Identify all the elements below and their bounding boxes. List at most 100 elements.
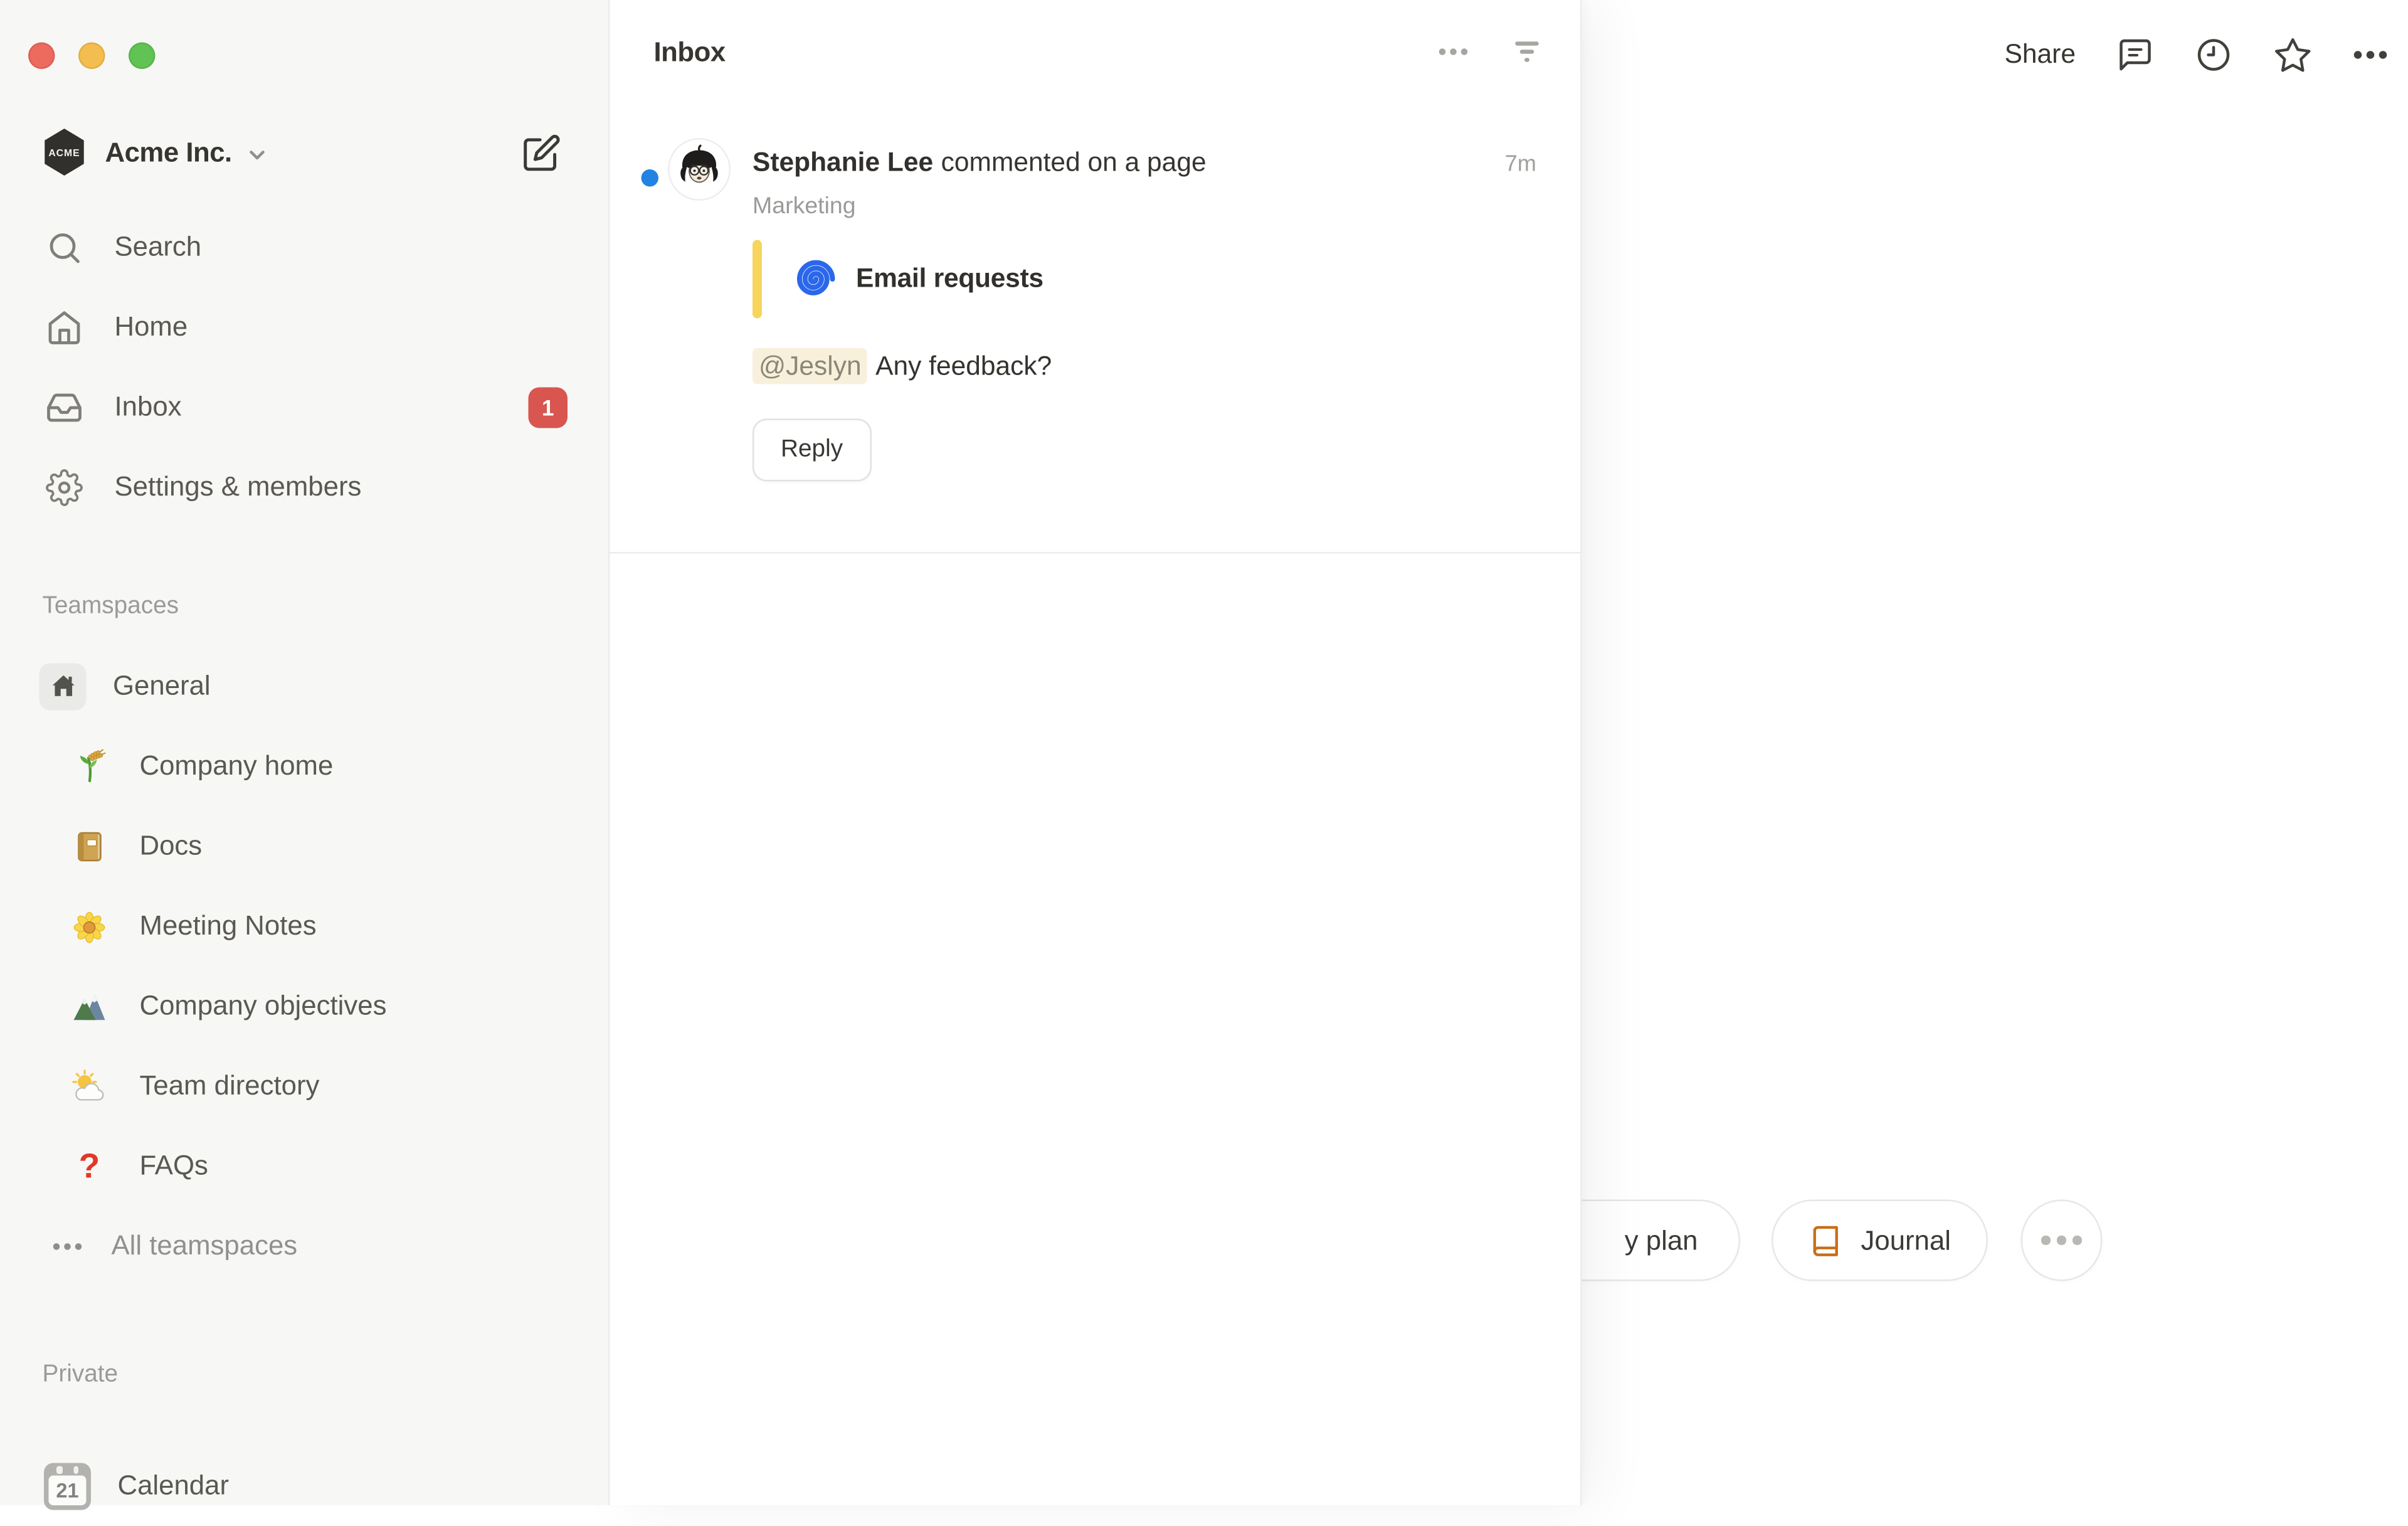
more-icon xyxy=(2353,36,2388,74)
favorite-button[interactable] xyxy=(2273,35,2313,75)
sidebar-item-search[interactable]: Search xyxy=(0,207,608,287)
sidebar-item-label: All teamspaces xyxy=(112,1229,298,1263)
more-icon[interactable] xyxy=(1436,34,1471,69)
sun-behind-cloud-icon xyxy=(69,1066,110,1106)
minimize-window-button[interactable] xyxy=(78,43,105,70)
reply-button[interactable]: Reply xyxy=(752,419,871,482)
referenced-page-block[interactable]: Email requests xyxy=(752,240,1536,319)
workspace-switcher[interactable]: ACME Acme Inc. xyxy=(0,122,608,182)
notification-teamspace: Marketing xyxy=(752,193,1536,220)
journal-pill-label: Journal xyxy=(1861,1224,1951,1257)
sidebar: ACME Acme Inc. Search xyxy=(0,0,610,1505)
avatar xyxy=(670,140,729,199)
zoom-window-button[interactable] xyxy=(129,43,156,70)
sidebar-item-meeting-notes[interactable]: Meeting Notes xyxy=(0,886,608,967)
sidebar-item-label: FAQs xyxy=(140,1150,208,1183)
history-clock-icon xyxy=(2195,36,2232,74)
teamspaces-list: General xyxy=(0,646,608,1286)
question-mark-icon: ? xyxy=(69,1145,110,1186)
sidebar-item-label: Search xyxy=(115,231,202,264)
journal-book-icon xyxy=(1809,1224,1842,1257)
app-window: ACME Acme Inc. Search xyxy=(0,0,2408,1505)
inbox-panel-title: Inbox xyxy=(654,35,726,68)
inbox-panel-header: Inbox xyxy=(610,0,1581,103)
filter-icon[interactable] xyxy=(1511,36,1543,68)
sidebar-item-team-directory[interactable]: Team directory xyxy=(0,1046,608,1126)
quote-bar xyxy=(752,240,762,319)
notification-title: Stephanie Lee commented on a page xyxy=(752,147,1207,179)
sidebar-item-label: Docs xyxy=(140,830,203,863)
sidebar-item-faqs[interactable]: ? FAQs xyxy=(0,1126,608,1206)
comments-button[interactable] xyxy=(2116,36,2154,74)
chevron-down-icon xyxy=(246,144,268,166)
inbox-unread-badge: 1 xyxy=(529,386,568,427)
teamspaces-section-label: Teamspaces xyxy=(43,593,179,621)
notification-item[interactable]: Stephanie Lee commented on a page 7m Mark… xyxy=(610,119,1581,482)
notification-timestamp: 7m xyxy=(1505,152,1536,178)
notification-title-row: Stephanie Lee commented on a page 7m xyxy=(752,147,1536,179)
comments-icon xyxy=(2116,36,2154,74)
notebook-icon xyxy=(69,825,110,866)
sidebar-item-label: Company home xyxy=(140,750,334,783)
sidebar-item-settings[interactable]: Settings & members xyxy=(0,447,608,527)
more-options-button[interactable] xyxy=(2353,36,2388,74)
sidebar-item-calendar[interactable]: 21 Calendar xyxy=(0,1446,608,1526)
inbox-panel: Inbox xyxy=(610,0,1582,1505)
window-controls xyxy=(28,43,156,70)
comment-text-line: @JeslynAny feedback? xyxy=(752,351,1536,383)
sidebar-item-label: Meeting Notes xyxy=(140,909,317,943)
unread-indicator-dot xyxy=(642,169,659,187)
compose-icon xyxy=(522,132,562,172)
blossom-icon xyxy=(69,906,110,946)
home-icon xyxy=(46,308,83,346)
calendar-icon: 21 xyxy=(44,1462,91,1509)
sidebar-item-label: Home xyxy=(115,310,188,344)
sidebar-item-general[interactable]: General xyxy=(0,646,608,726)
more-pills-button[interactable] xyxy=(2021,1200,2103,1281)
new-page-button[interactable] xyxy=(522,132,562,172)
page-topbar: Share xyxy=(2005,0,2408,110)
inbox-icon xyxy=(46,388,83,426)
journal-pill-button[interactable]: Journal xyxy=(1772,1200,1988,1281)
cyclone-icon xyxy=(795,259,836,300)
workspace-name: Acme Inc. xyxy=(105,135,232,169)
ellipsis-icon xyxy=(2042,1236,2051,1245)
house-icon xyxy=(40,662,87,709)
sidebar-item-company-objectives[interactable]: Company objectives xyxy=(0,966,608,1046)
sidebar-item-home[interactable]: Home xyxy=(0,287,608,368)
ellipsis-icon xyxy=(49,1227,87,1264)
workspace-logo: ACME xyxy=(41,127,88,178)
inbox-panel-actions xyxy=(1436,34,1543,69)
sidebar-item-company-home[interactable]: Company home xyxy=(0,726,608,807)
private-section-label: Private xyxy=(43,1361,119,1389)
referenced-page-title: Email requests xyxy=(856,263,1043,295)
sidebar-item-label: Company objectives xyxy=(140,990,387,1023)
notification-divider xyxy=(610,552,1581,554)
sidebar-item-label: Inbox xyxy=(115,391,182,424)
mountain-icon xyxy=(69,985,110,1026)
mention-chip[interactable]: @Jeslyn xyxy=(752,348,868,384)
sidebar-item-all-teamspaces[interactable]: All teamspaces xyxy=(0,1206,608,1286)
private-list: 21 Calendar xyxy=(0,1446,608,1526)
notification-body: Stephanie Lee commented on a page 7m Mark… xyxy=(752,147,1536,482)
sidebar-item-docs[interactable]: Docs xyxy=(0,806,608,886)
sidebar-item-label: Settings & members xyxy=(115,470,362,504)
rice-sheaf-icon xyxy=(69,746,110,787)
share-button[interactable]: Share xyxy=(2005,40,2076,71)
star-icon xyxy=(2273,35,2313,75)
sidebar-nav: Search Home Inbox 1 xyxy=(0,207,608,527)
plan-pill-label: y plan xyxy=(1625,1224,1698,1257)
notification-author: Stephanie Lee xyxy=(752,147,933,178)
sidebar-item-label: Team directory xyxy=(140,1069,320,1103)
comment-text: Any feedback? xyxy=(875,351,1052,381)
gear-icon xyxy=(46,468,83,506)
notification-action: commented on a page xyxy=(941,147,1207,178)
history-button[interactable] xyxy=(2195,36,2232,74)
svg-text:ACME: ACME xyxy=(48,148,80,159)
sidebar-item-inbox[interactable]: Inbox 1 xyxy=(0,367,608,447)
search-icon xyxy=(46,228,83,266)
close-window-button[interactable] xyxy=(28,43,55,70)
calendar-day-label: 21 xyxy=(49,1475,87,1505)
sidebar-item-label: Calendar xyxy=(118,1470,230,1503)
sidebar-item-label: General xyxy=(113,670,211,703)
